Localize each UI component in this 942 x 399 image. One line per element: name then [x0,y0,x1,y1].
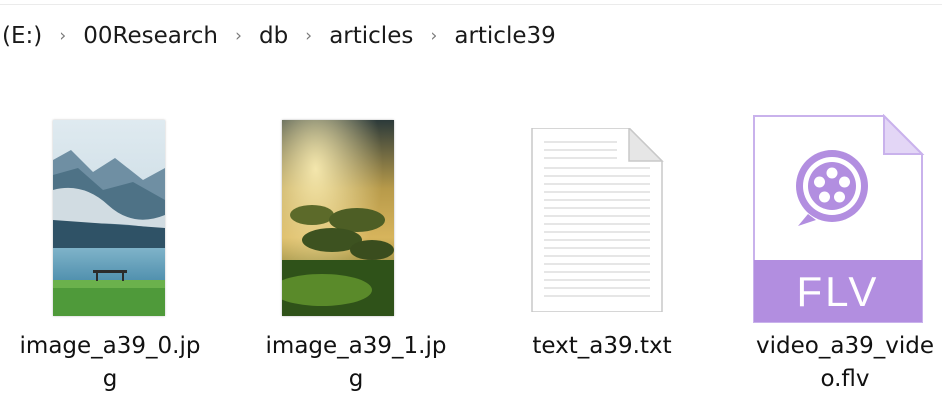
chevron-right-icon[interactable]: › [42,26,83,46]
file-explorer-window: (E:) › 00Research › db › articles › arti… [0,0,942,399]
file-name-line: video_a39_vide [756,333,934,359]
file-item-image-a39-0[interactable]: image_a39_0.jp g [0,110,220,399]
flv-badge-text: FLV [797,268,880,315]
file-item-image-a39-1[interactable]: image_a39_1.jp g [246,110,466,399]
file-item-video-a39[interactable]: FLV video_a39_vide o.flv [735,110,942,399]
flv-video-file-icon: FLV [736,113,926,324]
file-name[interactable]: image_a39_0.jp g [0,330,220,396]
file-grid: image_a39_0.jp g image_a39_1.jp g text_a… [0,110,942,399]
file-name[interactable]: video_a39_vide o.flv [735,330,942,396]
breadcrumb-item-articles[interactable]: articles [329,23,413,49]
file-name-line: g [102,366,118,392]
file-name-line: g [348,366,364,392]
file-name-line: text_a39.txt [532,333,672,359]
chevron-right-icon[interactable]: › [218,26,259,46]
image-thumbnail [53,120,165,316]
address-bar-divider [0,4,942,5]
file-name[interactable]: image_a39_1.jp g [246,330,466,396]
breadcrumb-item-00research[interactable]: 00Research [83,23,218,49]
text-document-icon [517,126,667,313]
chevron-right-icon[interactable]: › [413,26,454,46]
chevron-right-icon[interactable]: › [288,26,329,46]
file-item-text-a39[interactable]: text_a39.txt [492,110,712,399]
breadcrumb-item-drive[interactable]: (E:) [2,23,42,49]
file-name-line: image_a39_1.jp [265,333,447,359]
breadcrumb-item-article39[interactable]: article39 [454,23,555,49]
file-name-line: o.flv [820,366,870,392]
file-name-line: image_a39_0.jp [19,333,201,359]
file-name[interactable]: text_a39.txt [492,330,712,363]
breadcrumb-item-db[interactable]: db [259,23,288,49]
image-thumbnail [282,120,394,316]
breadcrumb: (E:) › 00Research › db › articles › arti… [0,20,556,52]
